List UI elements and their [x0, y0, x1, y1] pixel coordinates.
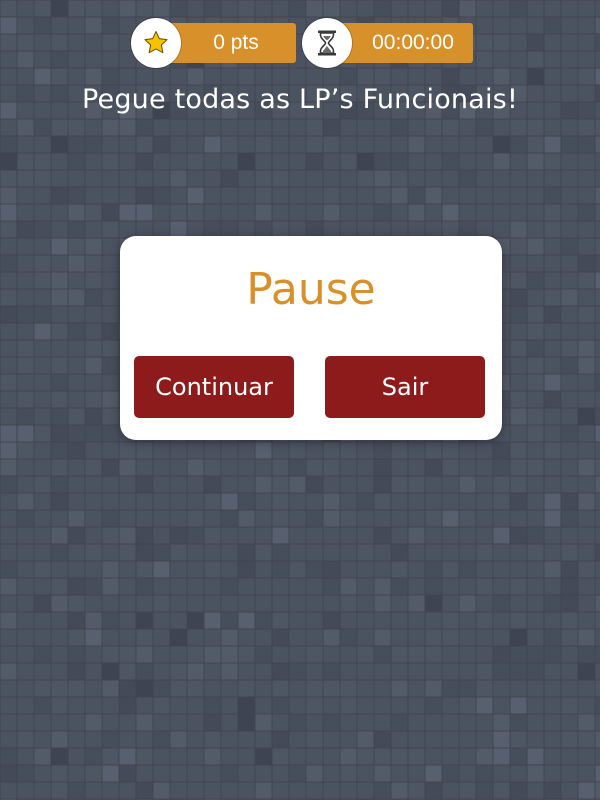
hourglass-icon: [318, 30, 336, 56]
instruction-text: Pegue todas as LP’s Funcionais!: [82, 84, 518, 115]
pause-dialog: Pause Continuar Sair: [120, 236, 502, 440]
continue-button[interactable]: Continuar: [134, 356, 294, 418]
hourglass-icon-badge: [302, 18, 352, 68]
exit-button[interactable]: Sair: [325, 356, 485, 418]
pause-title: Pause: [246, 264, 376, 315]
star-icon: [144, 31, 168, 54]
star-icon-badge: [131, 18, 181, 68]
